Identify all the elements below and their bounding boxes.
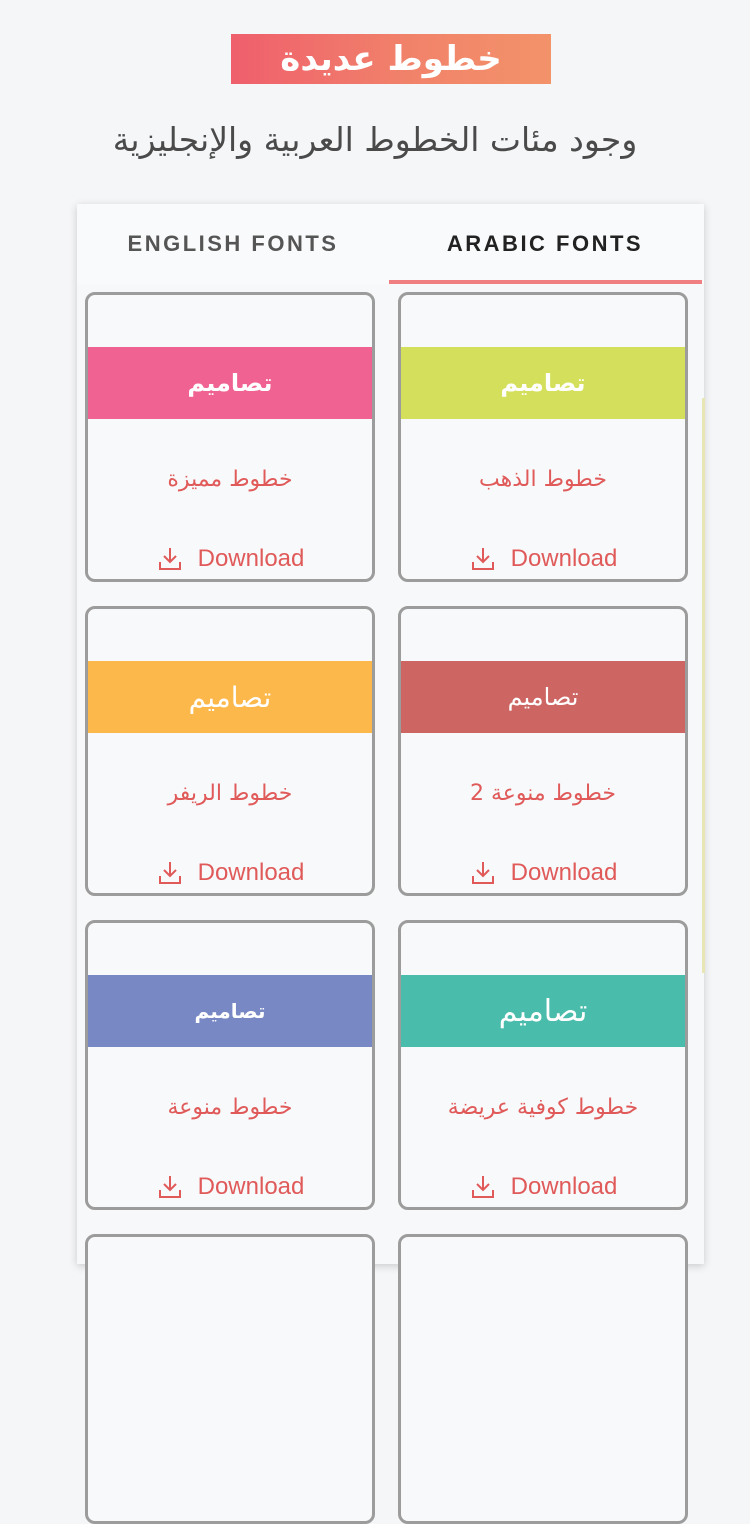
- font-card[interactable]: تصاميم خطوط كوفية عريضة Download: [398, 920, 688, 1210]
- font-card[interactable]: تصاميم خطوط منوعة 2 Download: [398, 606, 688, 896]
- font-name: خطوط منوعة 2: [469, 781, 617, 806]
- font-name: خطوط كوفية عريضة: [447, 1095, 639, 1120]
- font-name: خطوط مميزة: [167, 467, 293, 492]
- font-name: خطوط منوعة: [167, 1095, 293, 1120]
- download-button[interactable]: Download: [401, 545, 685, 573]
- download-button[interactable]: Download: [88, 1173, 372, 1201]
- font-card[interactable]: تصاميم خطوط منوعة Download: [85, 920, 375, 1210]
- download-button[interactable]: Download: [88, 859, 372, 887]
- tab-selected-indicator: [389, 280, 702, 284]
- font-name: خطوط الذهب: [479, 467, 607, 492]
- font-sample-text: تصاميم: [507, 683, 579, 711]
- title-banner: خطوط عديدة: [231, 34, 551, 84]
- download-label: Download: [197, 545, 305, 572]
- download-icon: [471, 862, 494, 884]
- font-sample-text: تصاميم: [188, 680, 272, 714]
- download-label: Download: [510, 545, 618, 572]
- font-sample-band: تصاميم: [401, 975, 685, 1047]
- font-sample-band: تصاميم: [88, 347, 372, 419]
- download-button[interactable]: Download: [401, 859, 685, 887]
- banner-title: خطوط عديدة: [280, 39, 502, 79]
- font-card[interactable]: تصاميم خطوط مميزة Download: [85, 292, 375, 582]
- font-sample-text: تصاميم: [187, 369, 273, 397]
- font-card[interactable]: تصاميم خطوط الذهب Download: [398, 292, 688, 582]
- page-subtitle: وجود مئات الخطوط العربية والإنجليزية: [112, 120, 638, 159]
- download-icon: [158, 1176, 181, 1198]
- font-sample-band: تصاميم: [401, 347, 685, 419]
- tab-bar: ENGLISH FONTS ARABIC FONTS: [77, 204, 704, 284]
- download-label: Download: [510, 859, 618, 886]
- download-label: Download: [197, 859, 305, 886]
- download-icon: [471, 548, 494, 570]
- download-icon: [158, 862, 181, 884]
- font-card[interactable]: تصاميم خطوط الريفر Download: [85, 606, 375, 896]
- font-sample-band: تصاميم: [88, 661, 372, 733]
- font-sample-text: تصاميم: [500, 369, 586, 397]
- font-sample-text: تصاميم: [194, 999, 266, 1023]
- tab-arabic-fonts[interactable]: ARABIC FONTS: [389, 204, 701, 284]
- download-icon: [158, 548, 181, 570]
- download-label: Download: [510, 1173, 618, 1200]
- download-button[interactable]: Download: [88, 545, 372, 573]
- download-icon: [471, 1176, 494, 1198]
- tab-english-fonts[interactable]: ENGLISH FONTS: [77, 204, 389, 284]
- download-button[interactable]: Download: [401, 1173, 685, 1201]
- font-sample-band: تصاميم: [401, 661, 685, 733]
- font-card-partial[interactable]: [398, 1234, 688, 1524]
- adjacent-page-edge: [702, 398, 705, 973]
- download-label: Download: [197, 1173, 305, 1200]
- font-card-partial[interactable]: [85, 1234, 375, 1524]
- font-sample-text: تصاميم: [498, 993, 588, 1029]
- font-sample-band: تصاميم: [88, 975, 372, 1047]
- font-name: خطوط الريفر: [167, 781, 293, 806]
